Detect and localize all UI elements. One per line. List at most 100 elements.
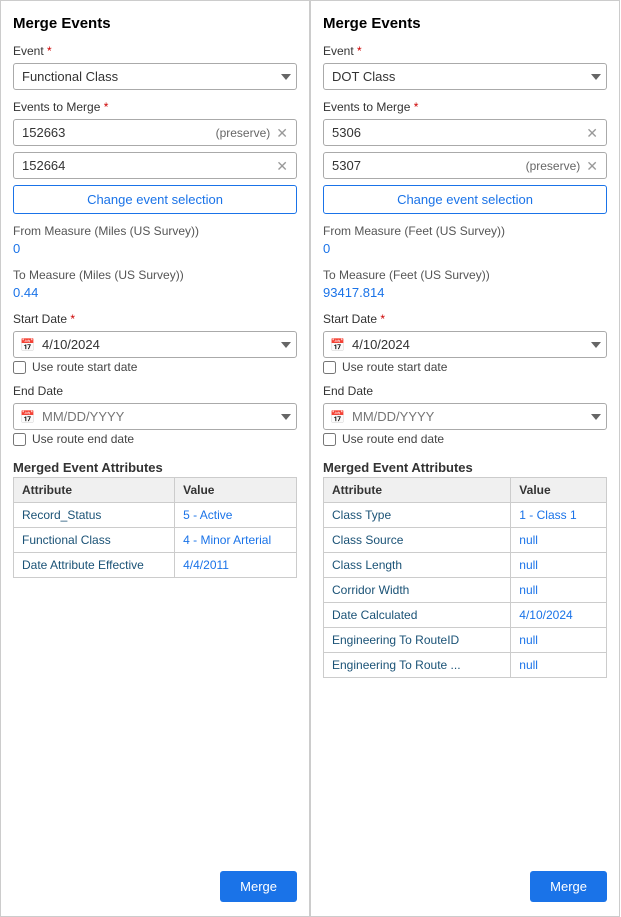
right-spacer	[323, 688, 607, 861]
right-event-close-1[interactable]: ✕	[586, 159, 598, 173]
right-attr-value: null	[511, 628, 607, 653]
right-table-row: Date Calculated4/10/2024	[324, 603, 607, 628]
right-use-route-end-label: Use route end date	[342, 432, 444, 446]
left-merge-button[interactable]: Merge	[220, 871, 297, 902]
left-event-select[interactable]: Functional Class	[13, 63, 297, 90]
left-end-date-wrapper: 📅	[13, 403, 297, 430]
left-from-measure: From Measure (Miles (US Survey)) 0	[13, 224, 297, 258]
right-to-measure: To Measure (Feet (US Survey)) 93417.814	[323, 268, 607, 302]
right-change-event-button[interactable]: Change event selection	[323, 185, 607, 214]
left-attr-value: 4/4/2011	[175, 553, 297, 578]
left-panel: Merge Events Event * Functional Class Ev…	[0, 0, 310, 917]
right-end-date-input[interactable]	[323, 403, 607, 430]
right-event-label: Event *	[323, 44, 607, 58]
right-attr-value: null	[511, 578, 607, 603]
left-event-close-0[interactable]: ✕	[276, 126, 288, 140]
right-attr-value: null	[511, 553, 607, 578]
left-to-measure-label: To Measure (Miles (US Survey))	[13, 268, 297, 282]
left-start-date-input[interactable]	[13, 331, 297, 358]
left-col-attribute: Attribute	[14, 478, 175, 503]
left-attr-name: Record_Status	[14, 503, 175, 528]
left-end-date-input[interactable]	[13, 403, 297, 430]
left-end-date-label: End Date	[13, 384, 297, 398]
left-use-route-start-label: Use route start date	[32, 360, 137, 374]
right-start-date-input[interactable]	[323, 331, 607, 358]
left-start-date-label: Start Date *	[13, 312, 297, 326]
right-events-merge-label: Events to Merge *	[323, 100, 607, 114]
right-merged-attrs-title: Merged Event Attributes	[323, 460, 607, 475]
right-table-header-row: Attribute Value	[324, 478, 607, 503]
left-from-measure-value: 0	[13, 241, 297, 256]
right-event-close-0[interactable]: ✕	[586, 126, 598, 140]
right-start-date: Start Date * 📅 Use route start date	[323, 312, 607, 374]
left-start-date-calendar-icon: 📅	[20, 338, 35, 352]
right-table-row: Class Type1 - Class 1	[324, 503, 607, 528]
left-event-select-wrapper: Functional Class	[13, 63, 297, 90]
left-change-event-button[interactable]: Change event selection	[13, 185, 297, 214]
right-attr-name: Date Calculated	[324, 603, 511, 628]
right-table-row: Engineering To Route ...null	[324, 653, 607, 678]
right-attr-name: Class Type	[324, 503, 511, 528]
right-attr-value: 1 - Class 1	[511, 503, 607, 528]
left-to-measure-value: 0.44	[13, 285, 297, 300]
right-end-date-calendar-icon: 📅	[330, 410, 345, 424]
right-event-select-wrapper: DOT Class	[323, 63, 607, 90]
left-use-route-start-checkbox[interactable]	[13, 361, 26, 374]
right-attr-value: null	[511, 653, 607, 678]
left-end-date: End Date 📅 Use route end date	[13, 384, 297, 446]
right-end-date: End Date 📅 Use route end date	[323, 384, 607, 446]
right-merge-button[interactable]: Merge	[530, 871, 607, 902]
left-use-route-end-label: Use route end date	[32, 432, 134, 446]
left-merged-attrs-title: Merged Event Attributes	[13, 460, 297, 475]
right-attr-value: null	[511, 528, 607, 553]
right-from-measure-value: 0	[323, 241, 607, 256]
left-use-route-start-row: Use route start date	[13, 360, 297, 374]
left-table-row: Record_Status5 - Active	[14, 503, 297, 528]
left-start-date-wrapper: 📅	[13, 331, 297, 358]
left-from-measure-label: From Measure (Miles (US Survey))	[13, 224, 297, 238]
right-attr-name: Corridor Width	[324, 578, 511, 603]
right-panel: Merge Events Event * DOT Class Events to…	[310, 0, 620, 917]
left-use-route-end-checkbox[interactable]	[13, 433, 26, 446]
left-attr-name: Date Attribute Effective	[14, 553, 175, 578]
right-from-measure: From Measure (Feet (US Survey)) 0	[323, 224, 607, 258]
right-use-route-start-checkbox[interactable]	[323, 361, 336, 374]
right-event-select[interactable]: DOT Class	[323, 63, 607, 90]
left-use-route-end-row: Use route end date	[13, 432, 297, 446]
left-event-id-0: 152663	[22, 125, 65, 140]
left-event-item-1: 152664 ✕	[13, 152, 297, 179]
left-event-preserve-0: (preserve)	[216, 126, 271, 140]
left-start-date: Start Date * 📅 Use route start date	[13, 312, 297, 374]
right-table-row: Corridor Widthnull	[324, 578, 607, 603]
right-to-measure-value: 93417.814	[323, 285, 607, 300]
left-attr-value: 5 - Active	[175, 503, 297, 528]
right-start-date-label: Start Date *	[323, 312, 607, 326]
right-use-route-end-row: Use route end date	[323, 432, 607, 446]
left-events-to-merge: Events to Merge * 152663 (preserve) ✕ 15…	[13, 100, 297, 214]
left-merged-attrs: Merged Event Attributes Attribute Value …	[13, 456, 297, 578]
right-use-route-end-checkbox[interactable]	[323, 433, 336, 446]
right-end-date-label: End Date	[323, 384, 607, 398]
right-start-date-wrapper: 📅	[323, 331, 607, 358]
right-event-id-0: 5306	[332, 125, 361, 140]
left-event-id-1: 152664	[22, 158, 65, 173]
left-attrs-table: Attribute Value Record_Status5 - ActiveF…	[13, 477, 297, 578]
right-end-date-wrapper: 📅	[323, 403, 607, 430]
right-events-to-merge: Events to Merge * 5306 ✕ 5307 (preserve)…	[323, 100, 607, 214]
right-use-route-start-row: Use route start date	[323, 360, 607, 374]
right-start-date-calendar-icon: 📅	[330, 338, 345, 352]
left-table-row: Date Attribute Effective4/4/2011	[14, 553, 297, 578]
left-col-value: Value	[175, 478, 297, 503]
right-attr-value: 4/10/2024	[511, 603, 607, 628]
left-table-header-row: Attribute Value	[14, 478, 297, 503]
right-attrs-table: Attribute Value Class Type1 - Class 1Cla…	[323, 477, 607, 678]
left-event-close-1[interactable]: ✕	[276, 159, 288, 173]
right-use-route-start-label: Use route start date	[342, 360, 447, 374]
right-table-row: Class Sourcenull	[324, 528, 607, 553]
left-end-date-calendar-icon: 📅	[20, 410, 35, 424]
right-event-id-1: 5307	[332, 158, 361, 173]
right-attr-name: Class Length	[324, 553, 511, 578]
right-event-item-1: 5307 (preserve) ✕	[323, 152, 607, 179]
left-events-merge-label: Events to Merge *	[13, 100, 297, 114]
left-event-field: Event * Functional Class	[13, 44, 297, 90]
